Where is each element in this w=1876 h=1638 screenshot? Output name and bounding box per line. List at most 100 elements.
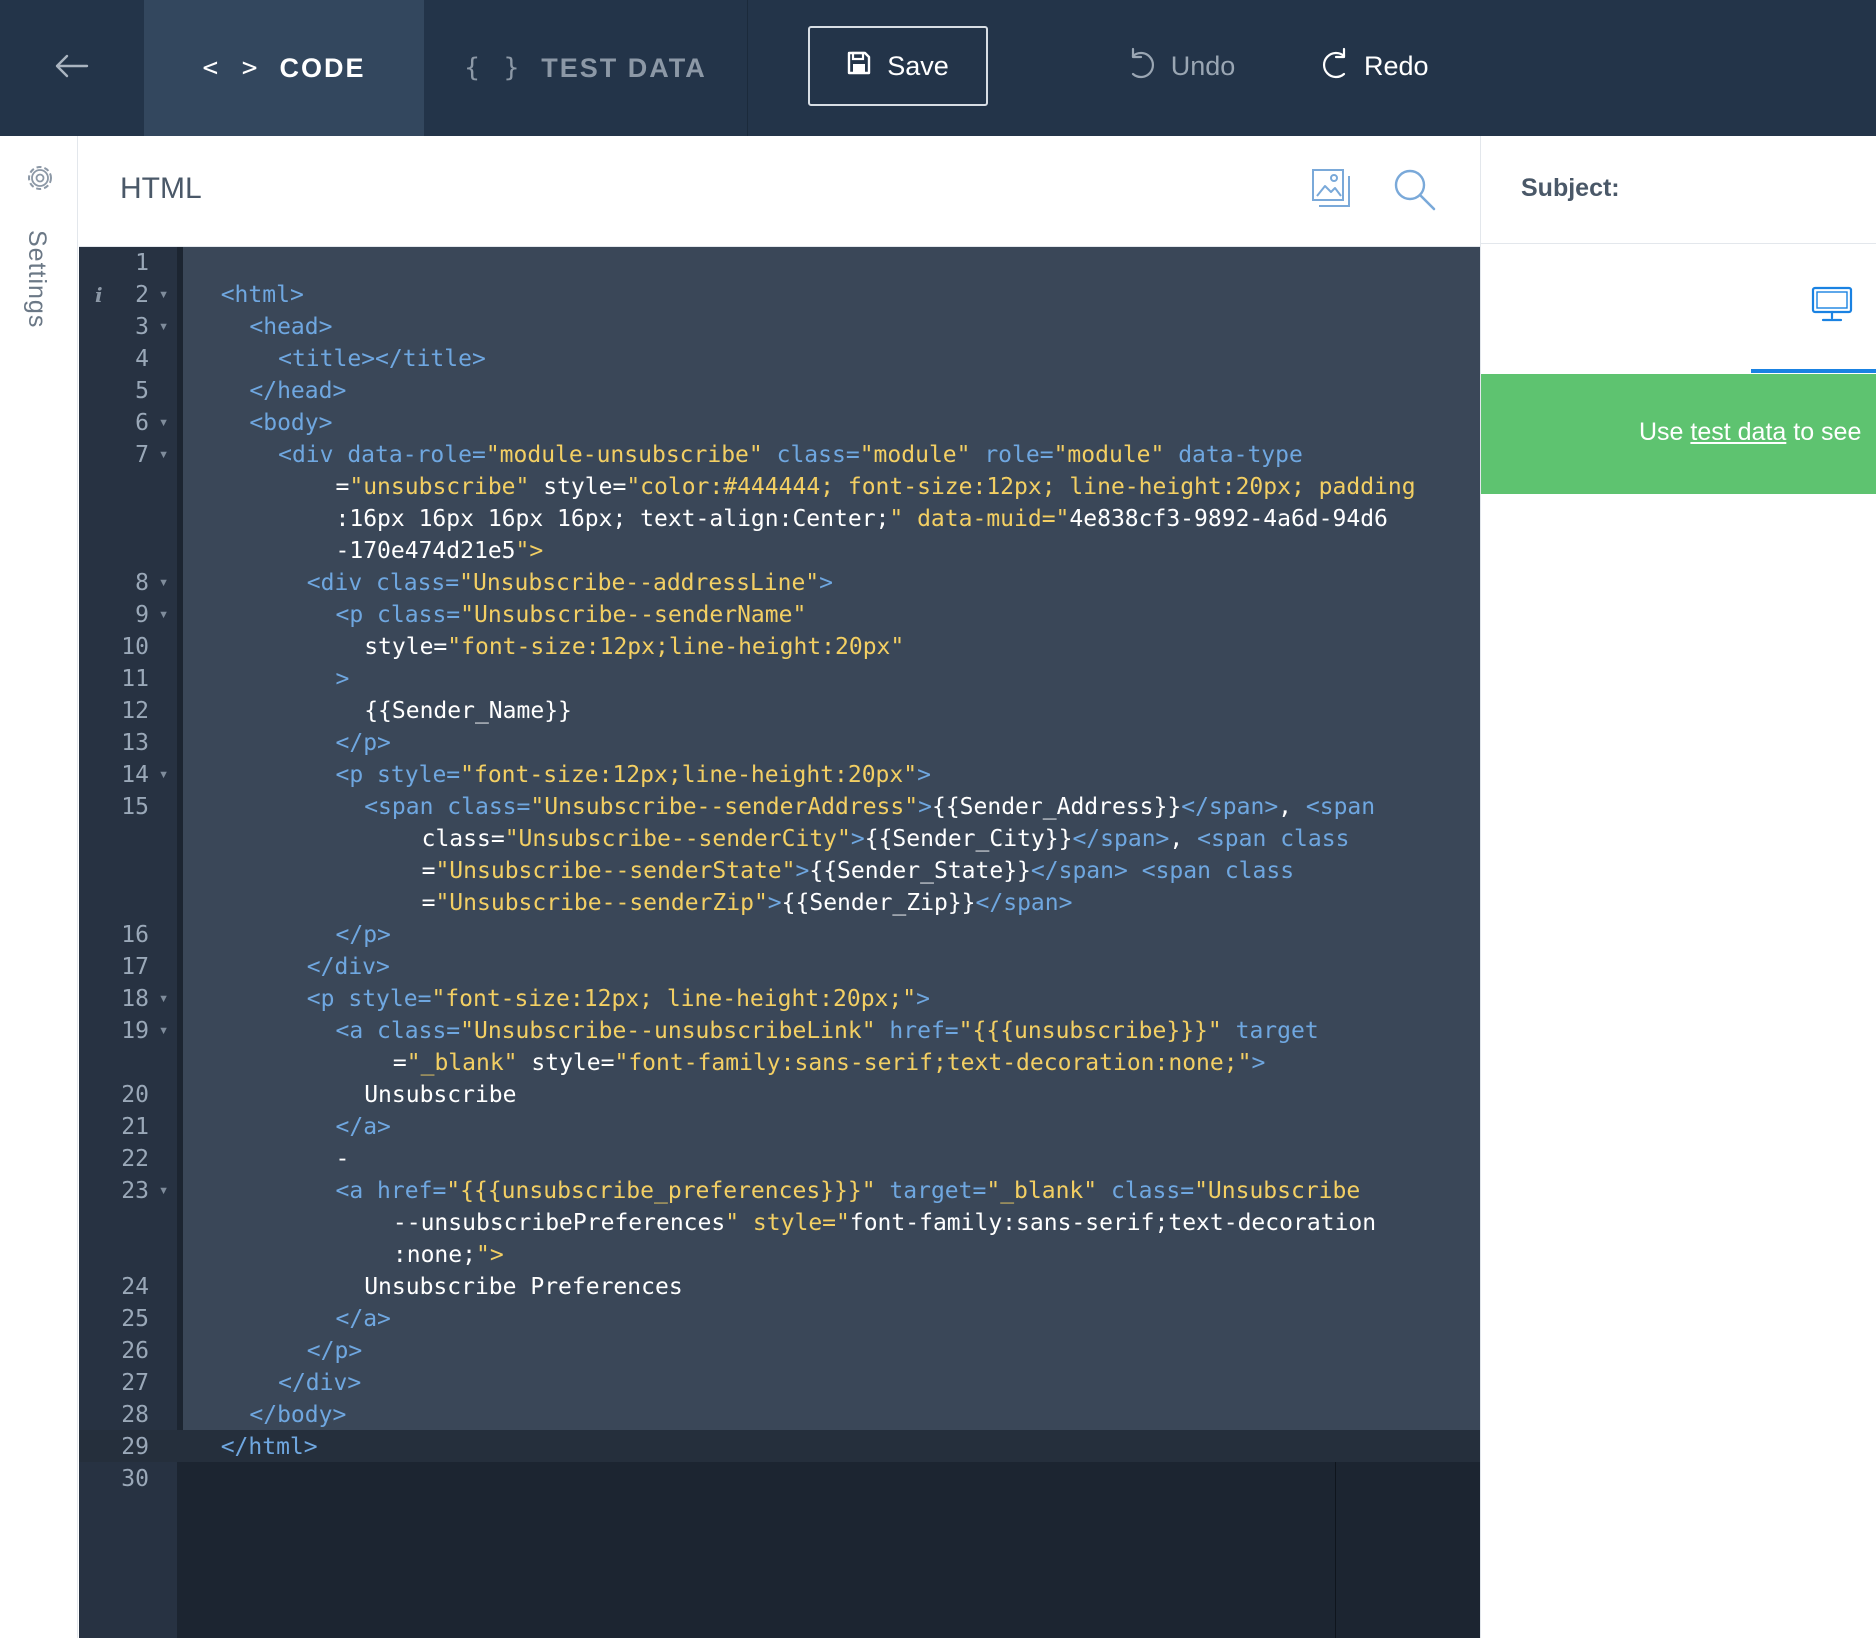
line-number: 12 (121, 698, 149, 724)
save-button[interactable]: Save (808, 26, 988, 106)
fold-arrow-icon[interactable]: ▼ (158, 983, 169, 1015)
code-line-text: > (335, 666, 350, 692)
gutter-line (79, 1207, 177, 1239)
braces-icon: { } (464, 53, 524, 83)
code-line: ="Unsubscribe--senderZip">{{Sender_Zip}}… (183, 887, 1480, 919)
line-number: 3 (135, 314, 149, 340)
line-number: 21 (121, 1114, 149, 1140)
desktop-view-button[interactable] (1811, 286, 1853, 324)
subject-label: Subject: (1521, 174, 1620, 202)
line-number: 29 (121, 1434, 149, 1460)
gutter-line: 8 ▼ (79, 567, 177, 599)
line-number: 26 (121, 1338, 149, 1364)
code-icon: < > (202, 53, 262, 83)
code-line-text: </a> (335, 1114, 391, 1140)
code-line: --unsubscribePreferences" style="font-fa… (183, 1207, 1480, 1239)
code-line-text: <span class="Unsubscribe--senderAddress"… (364, 794, 1376, 820)
fold-arrow-icon[interactable]: ▼ (158, 279, 169, 311)
line-number: 20 (121, 1082, 149, 1108)
code-line-text: style="font-size:12px;line-height:20px" (364, 634, 905, 660)
tab-code[interactable]: < > CODE (144, 0, 424, 136)
line-number: 4 (135, 346, 149, 372)
gutter-line: 28 (79, 1399, 177, 1431)
gutter-line: 5 (79, 375, 177, 407)
code-line: <div data-role="module-unsubscribe" clas… (183, 439, 1480, 471)
undo-button[interactable]: Undo (1080, 26, 1280, 106)
code-line: <title></title> (183, 343, 1480, 375)
fold-arrow-icon[interactable]: ▼ (158, 439, 169, 471)
settings-rail: Settings (0, 136, 78, 1638)
code-line: :16px 16px 16px 16px; text-align:Center;… (183, 503, 1480, 535)
line-number: 2 (135, 282, 149, 308)
gutter-line: 21 (79, 1111, 177, 1143)
test-data-link[interactable]: test data (1690, 418, 1786, 446)
code-line: Unsubscribe (183, 1079, 1480, 1111)
code-line: - (183, 1143, 1480, 1175)
code-line-text: ="unsubscribe" style="color:#444444; fon… (335, 474, 1416, 500)
settings-label: Settings (23, 230, 51, 329)
insert-image-button[interactable] (1311, 168, 1355, 212)
code-line-text: </a> (335, 1306, 391, 1332)
gutter-line: 15 (79, 791, 177, 823)
code-line-text: <p style="font-size:12px; line-height:20… (306, 986, 930, 1012)
line-number: 5 (135, 378, 149, 404)
test-data-notice: Use test data to see (1481, 374, 1876, 494)
notice-text: Use test data to see (1639, 418, 1861, 447)
gutter-line: 19 ▼ (79, 1015, 177, 1047)
settings-toggle[interactable]: Settings (0, 160, 78, 480)
line-number: 15 (121, 794, 149, 820)
info-icon[interactable]: i (95, 279, 103, 311)
code-line-text: Unsubscribe Preferences (364, 1274, 683, 1300)
fold-arrow-icon[interactable]: ▼ (158, 567, 169, 599)
desktop-icon (1811, 286, 1853, 328)
code-line-text: {{Sender_Name}} (364, 698, 572, 724)
code-line: -170e474d21e5"> (183, 535, 1480, 567)
fold-arrow-icon[interactable]: ▼ (158, 311, 169, 343)
line-number: 24 (121, 1274, 149, 1300)
fold-arrow-icon[interactable]: ▼ (158, 759, 169, 791)
code-line: </head> (183, 375, 1480, 407)
code-line-text: </p> (335, 922, 391, 948)
gutter-line: 7 ▼ (79, 439, 177, 471)
code-line: </p> (183, 1335, 1480, 1367)
code-line: </p> (183, 727, 1480, 759)
code-line-text: <head> (249, 314, 333, 340)
back-button[interactable] (0, 0, 144, 136)
line-number: 17 (121, 954, 149, 980)
redo-button[interactable]: Redo (1318, 26, 1438, 106)
gutter-line (79, 887, 177, 919)
code-line: <div class="Unsubscribe--addressLine"> (183, 567, 1480, 599)
gutter-line (79, 1047, 177, 1079)
code-line: </body> (183, 1399, 1480, 1431)
line-number: 30 (121, 1466, 149, 1492)
code-line: <span class="Unsubscribe--senderAddress"… (183, 791, 1480, 823)
line-number: 6 (135, 410, 149, 436)
code-editor[interactable]: 1 2 ▼ i 3 ▼ 4 5 6 ▼ 7 ▼ 8 ▼ 9 ▼ 10 11 12 13 14 ▼ 15 16 17 18 ▼ 19 ▼ 2… (79, 247, 1480, 1638)
line-number: 19 (121, 1018, 149, 1044)
gutter-line: 6 ▼ (79, 407, 177, 439)
code-line-text: <div class="Unsubscribe--addressLine"> (306, 570, 834, 596)
fold-arrow-icon[interactable]: ▼ (158, 599, 169, 631)
redo-icon (1318, 46, 1352, 87)
fold-arrow-icon[interactable]: ▼ (158, 1015, 169, 1047)
gutter-lines: 1 2 ▼ i 3 ▼ 4 5 6 ▼ 7 ▼ 8 ▼ 9 ▼ 10 11 12 13 14 ▼ 15 16 17 18 ▼ 19 ▼ 2… (79, 247, 177, 1495)
line-number: 16 (121, 922, 149, 948)
code-line: class="Unsubscribe--senderCity">{{Sender… (183, 823, 1480, 855)
line-number: 13 (121, 730, 149, 756)
code-line-text: <p class="Unsubscribe--senderName" (335, 602, 807, 628)
fold-arrow-icon[interactable]: ▼ (158, 407, 169, 439)
fold-arrow-icon[interactable]: ▼ (158, 1175, 169, 1207)
redo-label: Redo (1364, 50, 1429, 81)
code-line-text: </body> (249, 1402, 347, 1428)
search-button[interactable] (1393, 168, 1439, 214)
line-number: 18 (121, 986, 149, 1012)
line-number: 9 (135, 602, 149, 628)
gutter-line (79, 855, 177, 887)
code-line: Unsubscribe Preferences (183, 1271, 1480, 1303)
code-line-text: </p> (306, 1338, 363, 1364)
tab-test-data[interactable]: { } TEST DATA (424, 0, 748, 136)
line-number: 22 (121, 1146, 149, 1172)
code-lines: <html> <head> <title></title> </head> <body>… (183, 247, 1480, 1495)
code-line: > (183, 663, 1480, 695)
subject-row: Subject: (1481, 136, 1876, 244)
